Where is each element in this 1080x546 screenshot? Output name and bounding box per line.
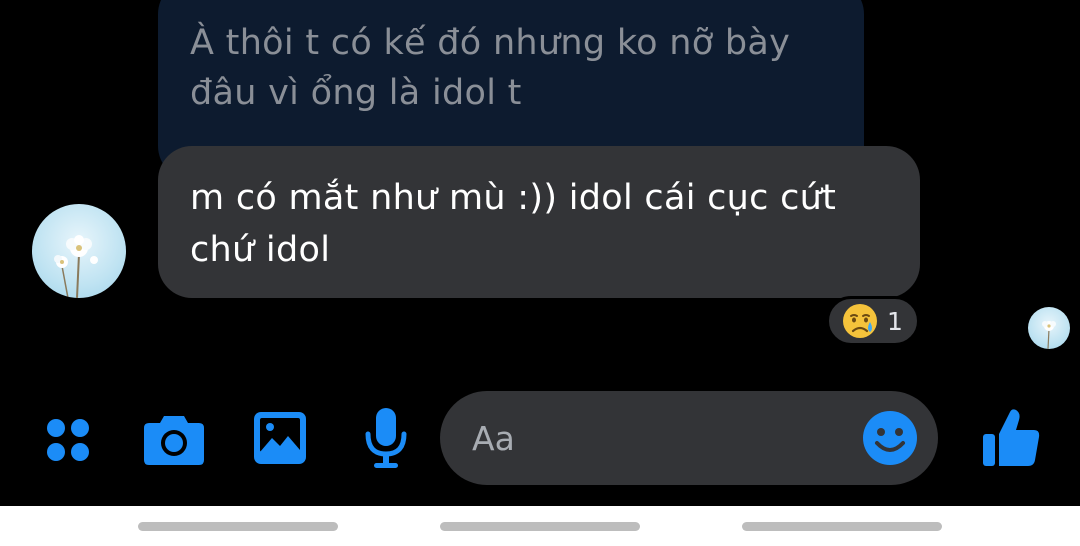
reaction-pill[interactable]: 1: [826, 296, 920, 346]
reaction-count: 1: [887, 306, 903, 336]
sender-avatar[interactable]: [32, 204, 126, 298]
incoming-message-bubble[interactable]: m có mắt như mù :)) idol cái cục cứt chứ…: [158, 146, 920, 298]
menu-dots-icon: [47, 419, 89, 461]
like-button[interactable]: [980, 406, 1042, 470]
emoji-button[interactable]: [862, 410, 918, 470]
gallery-button[interactable]: [252, 410, 308, 466]
nav-home-button[interactable]: [440, 522, 640, 531]
more-actions-button[interactable]: [42, 414, 94, 466]
message-input[interactable]: Aa: [440, 391, 938, 485]
sad-tear-emoji-icon: [843, 304, 877, 338]
emoji-icon: [863, 411, 917, 465]
nav-recents-button[interactable]: [138, 522, 338, 531]
camera-icon: [144, 416, 204, 465]
messenger-chat-screen: À thôi t có kế đó nhưng ko nỡ bày đâu vì…: [0, 0, 1080, 546]
gallery-icon: [254, 412, 306, 464]
message-line-2: chứ idol: [190, 230, 331, 270]
message-composer: Aa: [0, 388, 1080, 488]
flower-avatar-icon: [54, 235, 98, 298]
microphone-icon: [365, 408, 407, 468]
quoted-message-line-2: đâu vì ổng là idol t: [190, 73, 522, 113]
message-input-placeholder: Aa: [472, 419, 515, 458]
flower-avatar-small-icon: [1042, 321, 1056, 349]
seen-indicator-avatar: [1028, 307, 1070, 349]
voice-record-button[interactable]: [360, 406, 412, 470]
nav-back-button[interactable]: [742, 522, 942, 531]
thumbs-up-icon: [983, 409, 1040, 466]
quoted-message-line-1: À thôi t có kế đó nhưng ko nỡ bày: [190, 23, 791, 63]
message-line-1: m có mắt như mù :)) idol cái cục cứt: [190, 178, 837, 218]
camera-button[interactable]: [142, 410, 206, 468]
system-navigation-bar: [0, 506, 1080, 546]
